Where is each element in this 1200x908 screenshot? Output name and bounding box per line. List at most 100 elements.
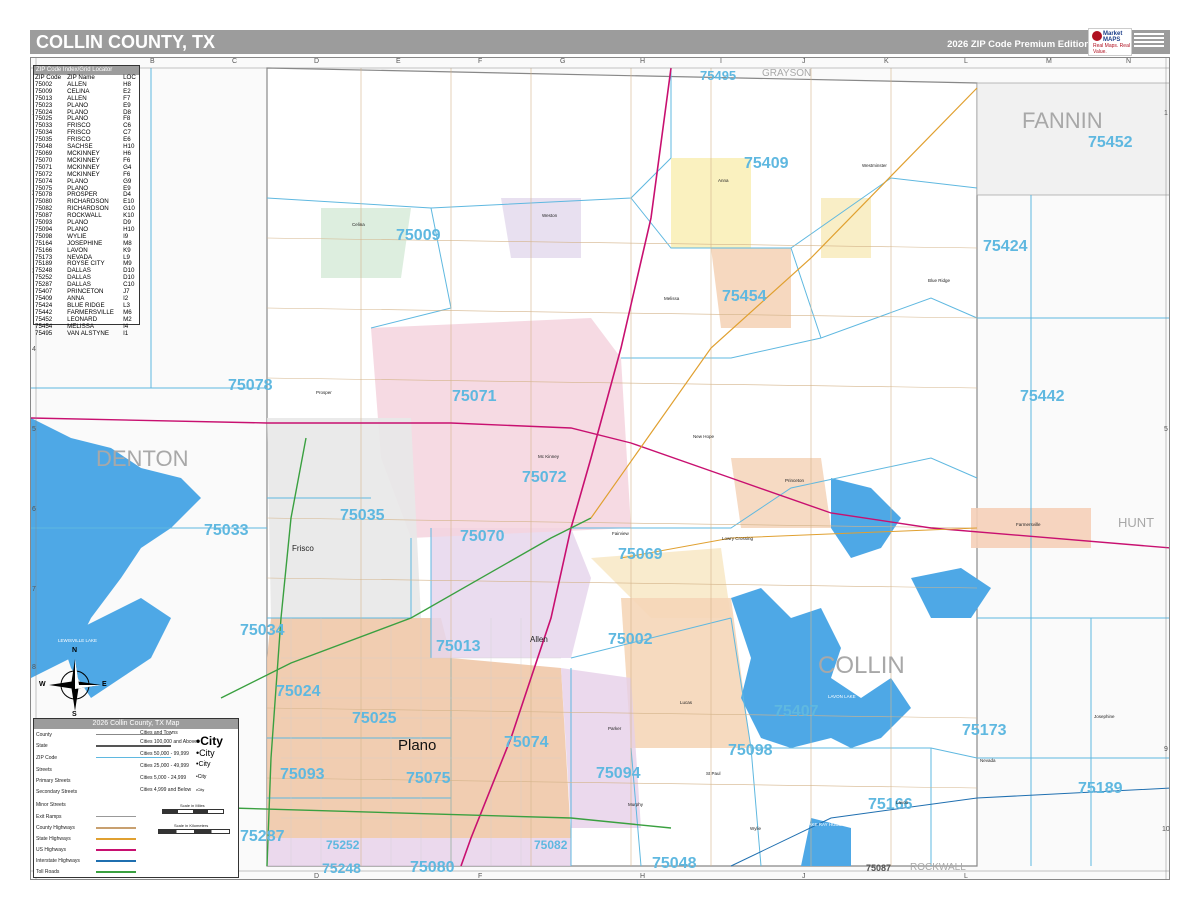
grid-col-k: K [884,58,889,65]
grid-col-d-bottom: D [314,873,320,880]
lake-label-lewisville: LEWISVILLE LAKE [58,638,98,643]
zip-label: 75424 [983,238,1028,255]
city-label-lucas: Lucas [680,700,693,705]
scale-bar-km [158,829,230,834]
zip-label: 75252 [326,838,360,852]
zip-label: 75452 [1088,134,1133,151]
zip-label: 75087 [866,863,892,873]
zip-label: 75094 [596,765,641,782]
legend-city-sample: •City [196,734,223,748]
city-label-prosper: Prosper [316,390,332,395]
city-label-farmersville: Farmersville [1016,522,1041,527]
zip-index-panel: ZIP Code Index/Grid Locator ZIP Code ZIP… [33,65,140,336]
grid-col-n: N [1126,58,1132,65]
legend-row-minor: Minor Streets [36,802,66,808]
zip-label: 75287 [240,828,285,845]
city-label-nevada: Nevada [980,758,996,763]
legend-row-state-hwy: State Highways [36,836,71,842]
compass-south: S [72,711,77,718]
grid-row-5: 5 [32,426,36,433]
compass-east: E [102,681,107,688]
grid-col-b: B [150,58,155,65]
zip-label: 75069 [618,546,663,563]
city-label-frisco: Frisco [292,544,314,553]
legend-row-exit: Exit Ramps [36,814,62,820]
zip-label: 75009 [396,227,441,244]
county-label-fannin: FANNIN [1022,108,1103,133]
legend-line-state-hwy [96,838,136,840]
compass-icon [49,659,101,711]
zip-label: 75071 [452,388,497,405]
legend-city-sample: •City [196,748,215,758]
city-label-mckinney: Mc Kinney [538,454,560,459]
grid-col-c: C [232,58,238,65]
legend-row-streets: Streets [36,767,52,773]
city-label-josephine: Josephine [1094,714,1115,719]
county-label-rockwall: ROCKWALL [910,862,966,873]
grid-col-j-bottom: J [802,873,806,880]
grid-row-4: 4 [32,346,36,353]
city-label-weston: Weston [542,213,558,218]
legend-city-size: Cities 4,999 and Below [140,787,192,793]
grid-col-j: J [802,58,806,65]
edition-label: 2026 ZIP Code Premium Edition [947,39,1090,50]
compass-west: W [39,681,46,688]
legend-city-size: Cities 100,000 and Above [140,739,197,745]
grid-row-5-right: 5 [1164,426,1168,433]
grid-row-9-right: 9 [1164,746,1168,753]
grid-col-f-bottom: F [478,873,483,880]
legend-line-interstate [96,860,136,862]
county-label-hunt: HUNT [1118,515,1155,530]
grid-col-f: F [478,58,483,65]
zip-name-cell: VAN ALSTYNE [67,329,109,337]
compass-rose: N E S W [39,647,107,718]
logo-tagline: Real Maps. Real Value. [1093,43,1130,55]
city-label-westminster: Westminster [862,163,887,168]
publisher-logo: Market MAPS Real Maps. Real Value. [1088,28,1132,56]
city-label-st-paul: St Paul [706,771,721,776]
legend-row-state: State [36,743,48,749]
zip-label: 75075 [406,770,451,787]
zip-label: 75002 [608,631,653,648]
map-title: COLLIN COUNTY, TX [36,32,215,52]
zip-code-cell: 75495 [35,329,53,337]
legend-city-size: Cities 5,000 - 24,999 [140,775,187,781]
legend-city-sample: •City [196,761,211,768]
grid-col-h: H [640,58,646,65]
city-label-murphy: Murphy [628,802,644,807]
zip-label: 75495 [700,68,737,83]
zip-label: 75074 [504,734,549,751]
zip-label: 75098 [728,742,773,759]
county-label-grayson: GRAYSON [762,68,812,79]
zip-label: 75033 [204,522,249,539]
zip-index-table: ZIP Code ZIP Name LOC 75002 ALLEN H8 75009 C… [34,74,139,337]
city-label-plano: Plano [398,737,437,754]
scale-bar-miles [162,809,224,814]
city-label-blue-ridge: Blue Ridge [928,278,951,283]
legend-row-toll: Toll Roads [36,869,60,875]
map-legend: 2026 Collin County, TX Map County State … [33,718,239,878]
zip-label: 75035 [340,507,385,524]
legend-line-exit [96,816,136,817]
zip-label: 75080 [410,859,455,876]
zip-label: 75082 [534,838,568,852]
grid-col-e: E [396,58,401,65]
grid-col-m: M [1046,58,1052,65]
zip-label: 75048 [652,855,697,872]
legend-line-state [96,745,171,747]
legend-city-size: Cities 50,000 - 99,999 [140,751,189,757]
grid-col-i: I [720,58,722,65]
legend-cities-towns: Cities and Towns [140,730,178,736]
county-label-collin: COLLIN [818,652,905,679]
legend-row-secondary: Secondary Streets [36,789,78,795]
city-label-new-hope: New Hope [693,434,715,439]
zip-label: 75093 [280,766,325,783]
lake-label-lavon: LAVON LAKE [828,694,856,699]
legend-line-toll [96,871,136,873]
zip-label: 75166 [868,796,913,813]
grid-col-d: D [314,58,320,65]
legend-row-us-hwy: US Highways [36,847,67,853]
zip-label: 75013 [436,638,481,655]
zip-label: 75409 [744,155,789,172]
zip-label: 75024 [276,683,321,700]
